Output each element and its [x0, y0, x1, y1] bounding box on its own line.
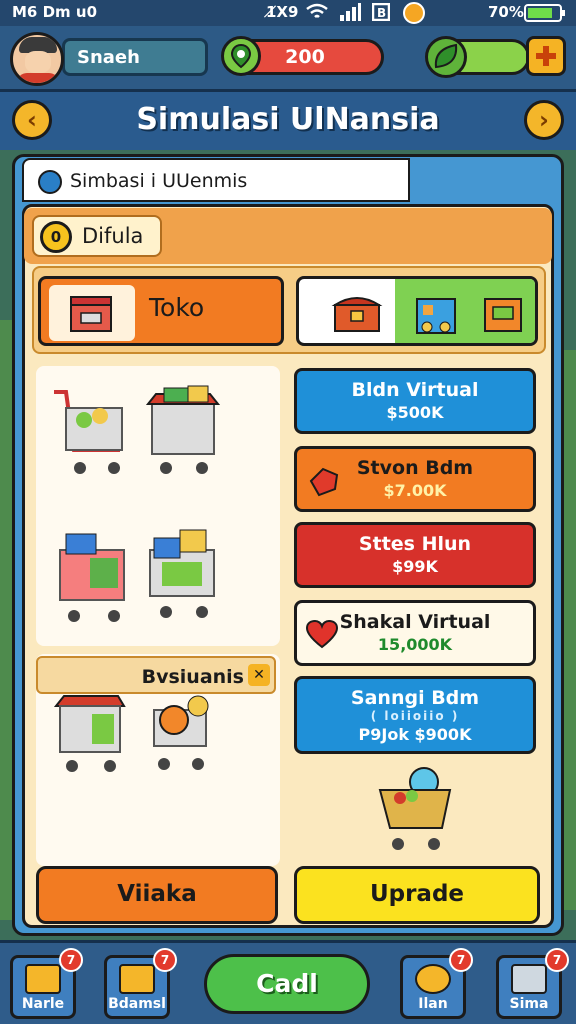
shop-box-icon [49, 285, 135, 341]
nav-label: Sima [509, 996, 549, 1012]
nav-item-narle[interactable]: Narle 7 [10, 948, 83, 1019]
notification-badge: 7 [449, 948, 473, 972]
nav-label: Bdamsl [108, 996, 166, 1012]
avatar-shirt [17, 73, 59, 83]
tools-icon [511, 964, 547, 994]
offer-card[interactable]: Stvon Bdm $7.00K [294, 446, 536, 512]
notification-icon: B [371, 2, 391, 25]
offer-subtitle: ( loiioiio ) [370, 709, 460, 723]
subsection-label: Bvsiuanis [141, 666, 244, 688]
cart-item-icon[interactable] [54, 532, 134, 628]
chevron-right-icon: › [539, 106, 549, 134]
status-bar: M6 Dm u0 1̸X9 B 70% [0, 0, 576, 26]
crate-icon [25, 964, 61, 994]
nav-label: Ilan [418, 996, 448, 1012]
avatar-face [25, 51, 51, 73]
cart-item-icon[interactable] [52, 686, 132, 776]
nav-item-sima[interactable]: Sima 7 [496, 948, 569, 1019]
offer-card[interactable]: Sttes Hlun $99K [294, 522, 536, 588]
tab-label: Difula [82, 224, 144, 248]
status-time: 1̸X9 [266, 3, 299, 21]
battery-text: 70% [488, 3, 524, 21]
subsection-header: Bvsiuanis ✕ [36, 656, 276, 694]
notification-badge: 7 [545, 948, 569, 972]
offer-card[interactable]: Bldn Virtual $500K [294, 368, 536, 434]
toko-label: Toko [149, 293, 205, 322]
chest-icon [119, 964, 155, 994]
player-name: Snaeh [62, 38, 208, 76]
notification-badge: 7 [59, 948, 83, 972]
basket-cart-icon[interactable] [376, 762, 456, 858]
coin-icon: 0 [40, 221, 72, 253]
cart-item-icon[interactable] [148, 692, 218, 774]
close-icon[interactable]: ✕ [248, 664, 270, 686]
location-gem-icon [221, 36, 261, 76]
title-bar: ‹ Simulasi UlNansia › [0, 92, 576, 152]
offer-card[interactable]: Shakal Virtual 15,000K [294, 600, 536, 666]
upgrade-button[interactable]: Uprade [294, 866, 540, 924]
offer-card[interactable]: Sanngi Bdm ( loiioiio ) P9Jok $900K [294, 676, 536, 754]
toko-button[interactable]: Toko [38, 276, 284, 346]
pin-icon [38, 170, 62, 194]
cart-item-icon[interactable] [144, 528, 224, 624]
notification-badge: 7 [153, 948, 177, 972]
leaf-icon [425, 36, 467, 78]
offer-title: Bldn Virtual [351, 379, 479, 401]
offer-title: Sanngi Bdm [350, 687, 480, 709]
add-resource-button[interactable] [526, 36, 566, 76]
energy-bar[interactable] [425, 36, 530, 78]
tab-difula[interactable]: 0 Difula [32, 215, 162, 257]
signal-icon [338, 3, 362, 25]
shop-category-icons[interactable] [296, 276, 538, 346]
subtitle-bar: Simbasi i UUenmis [22, 158, 410, 202]
viaka-button[interactable]: Viiaka [36, 866, 278, 924]
offer-title: Sttes Hlun [358, 533, 472, 555]
nav-item-ilan[interactable]: Ilan 7 [400, 948, 473, 1019]
coin-status-icon [402, 1, 426, 29]
crate-orange-icon[interactable] [479, 291, 527, 337]
cart-item-icon[interactable] [144, 384, 224, 480]
item-grid [36, 366, 280, 646]
forward-button[interactable]: › [524, 100, 564, 140]
page-title: Simulasi UlNansia [136, 102, 440, 137]
subtitle-text: Simbasi i UUenmis [70, 170, 248, 192]
coin-counter[interactable]: 200 [221, 36, 384, 76]
offer-price: P9Jok $900K [358, 725, 472, 744]
offer-price: $500K [386, 403, 444, 422]
cart-item-icon[interactable] [50, 384, 130, 480]
status-left-text: M6 Dm u0 [12, 3, 98, 21]
avatar[interactable] [10, 32, 64, 86]
wifi-icon [306, 3, 328, 25]
gift-box-icon[interactable] [411, 289, 463, 339]
offer-price: $99K [392, 557, 438, 576]
chest-red-icon[interactable] [329, 289, 385, 337]
center-action-button[interactable]: Cadl [204, 954, 370, 1014]
coin-count: 200 [285, 46, 325, 68]
svg-text:B: B [377, 6, 386, 20]
search-icon [415, 964, 451, 994]
tag-icon [307, 467, 339, 501]
battery-icon [524, 4, 566, 26]
heart-icon [305, 619, 339, 653]
nav-label: Narle [21, 996, 65, 1012]
resource-bar: Snaeh 200 [0, 26, 576, 92]
nav-item-bdamsl[interactable]: Bdamsl 7 [104, 948, 177, 1019]
